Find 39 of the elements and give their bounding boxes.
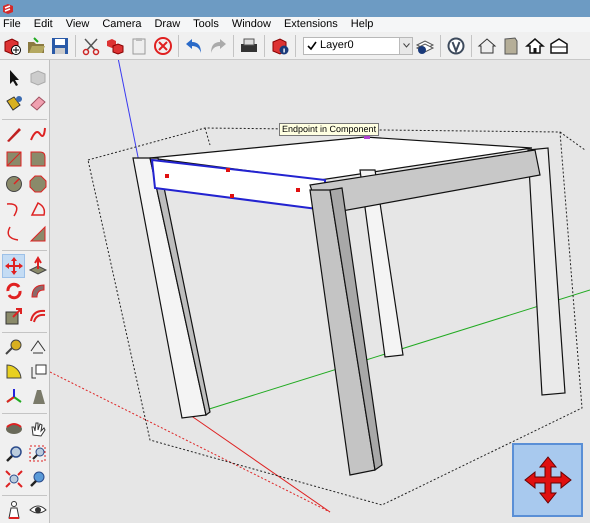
move-arrows-icon [522, 455, 572, 505]
paint-bucket-icon [4, 93, 24, 113]
polygon-icon [28, 174, 48, 194]
magnifier-icon [28, 444, 48, 464]
scale-box-icon [4, 306, 24, 326]
circle-icon [4, 174, 24, 194]
push-pull-icon [28, 256, 48, 276]
v-circle-icon [446, 36, 466, 56]
app-logo-icon [2, 2, 14, 14]
rectangle-icon [4, 149, 24, 170]
menu-item[interactable]: Extensions [280, 16, 341, 33]
menu-item[interactable]: Draw [151, 16, 184, 33]
cube-icon [28, 68, 48, 88]
tape-measure-icon [4, 337, 24, 358]
rectangle-icon [28, 149, 48, 170]
move-arrows-icon [4, 256, 24, 276]
magnifier-icon [28, 468, 48, 489]
triangle-icon [28, 224, 48, 244]
move-tool-button[interactable] [2, 254, 25, 278]
cube-info-icon [270, 36, 290, 56]
house-icon [477, 36, 497, 56]
cross-circle-icon [153, 36, 173, 56]
cube-plus-icon [2, 36, 22, 56]
scissors-icon [81, 36, 101, 56]
menu-item[interactable]: Window [228, 16, 274, 33]
menu-item[interactable]: File [0, 16, 24, 33]
magnifier-icon [4, 444, 24, 464]
house-icon [549, 36, 569, 56]
menu-item[interactable]: Camera [99, 16, 144, 33]
menu-item[interactable]: Edit [30, 16, 56, 33]
chevron-down-icon [402, 43, 410, 48]
layer-dropdown[interactable]: Layer0 [303, 36, 413, 54]
menu-item[interactable]: Help [348, 16, 376, 33]
menu-item[interactable]: View [62, 16, 92, 33]
menu-item[interactable]: Tools [190, 16, 222, 33]
magnifier-icon [4, 468, 24, 489]
folder-icon [26, 36, 46, 56]
house-icon [525, 36, 545, 56]
rotate-arrows-icon [4, 280, 24, 301]
